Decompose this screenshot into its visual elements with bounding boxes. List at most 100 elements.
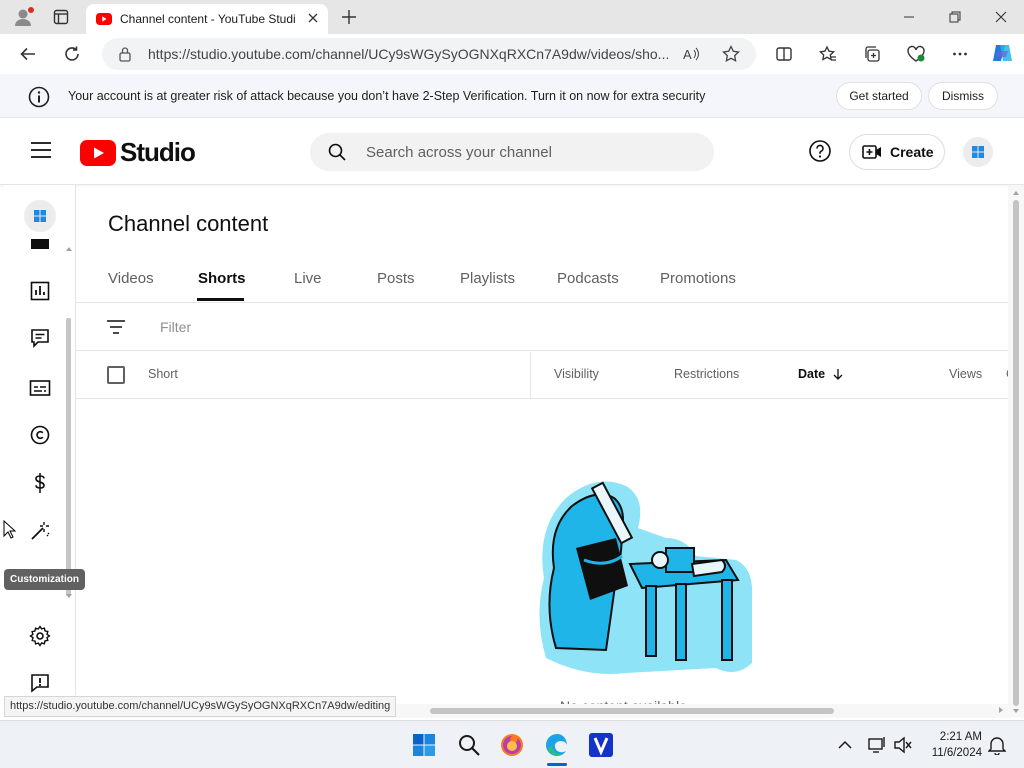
close-tab-icon[interactable] [306, 11, 320, 25]
filter-input[interactable]: Filter [160, 319, 191, 335]
windows-channel-icon [34, 210, 46, 222]
address-url[interactable]: https://studio.youtube.com/channel/UCy9s… [148, 46, 668, 62]
menu-icon[interactable] [30, 141, 52, 159]
show-hidden-icons-icon[interactable] [831, 731, 859, 759]
close-window-icon[interactable] [978, 0, 1024, 34]
customization-tooltip: Customization [4, 569, 85, 590]
page-title: Channel content [108, 211, 269, 236]
search-input[interactable]: Search across your channel [310, 133, 714, 171]
v-app-icon[interactable] [587, 731, 615, 759]
tab-playlists[interactable]: Playlists [460, 270, 515, 287]
taskbar-search-icon[interactable] [455, 731, 483, 759]
youtube-studio-favicon-icon [96, 12, 112, 26]
youtube-studio-logo[interactable]: Studio [80, 137, 196, 168]
sort-down-arrow-icon [833, 369, 843, 380]
search-placeholder: Search across your channel [366, 144, 552, 161]
windows-avatar-icon [972, 146, 984, 158]
vertical-scrollbar-thumb[interactable] [1013, 200, 1019, 706]
column-views[interactable]: Views [949, 367, 982, 381]
clock-time: 2:21 AM [939, 731, 982, 743]
subtitles-icon[interactable] [28, 376, 52, 400]
tab-posts[interactable]: Posts [377, 270, 415, 287]
create-video-icon [862, 145, 881, 159]
collections-icon[interactable] [858, 40, 886, 68]
read-aloud-icon[interactable]: A [682, 45, 700, 63]
split-screen-icon[interactable] [770, 40, 798, 68]
windows-taskbar: 2:21 AM 11/6/2024 [0, 720, 1024, 768]
security-banner: Your account is at greater risk of attac… [0, 74, 1024, 118]
filter-bar[interactable]: Filter [76, 303, 1008, 351]
rail-scrollbar[interactable] [66, 318, 71, 596]
profile-icon[interactable] [10, 5, 36, 29]
status-bar-link-preview: https://studio.youtube.com/channel/UCy9s… [4, 696, 397, 717]
column-date-label: Date [798, 367, 826, 381]
content-icon[interactable] [28, 237, 52, 251]
get-started-button[interactable]: Get started [836, 82, 922, 110]
network-icon[interactable] [864, 731, 892, 759]
system-clock[interactable]: 2:21 AM 11/6/2024 [918, 729, 982, 761]
copyright-icon[interactable] [28, 423, 52, 447]
column-visibility[interactable]: Visibility [554, 367, 599, 381]
search-icon[interactable] [328, 143, 346, 161]
create-button[interactable]: Create [849, 134, 945, 170]
tab-live[interactable]: Live [294, 270, 322, 287]
svg-text:A: A [683, 47, 692, 62]
restore-icon[interactable] [932, 0, 978, 34]
table-header-row: Short Visibility Restrictions Date Views… [76, 352, 1015, 399]
banner-message: Your account is at greater risk of attac… [68, 89, 706, 103]
create-label: Create [890, 144, 934, 160]
lock-icon[interactable] [118, 46, 132, 62]
feedback-icon[interactable] [28, 671, 52, 695]
edge-icon[interactable] [543, 731, 571, 766]
volume-muted-icon[interactable] [889, 731, 917, 759]
customization-icon[interactable] [28, 519, 52, 543]
comments-icon[interactable] [28, 326, 52, 350]
scroll-down-icon[interactable] [1013, 708, 1019, 714]
refresh-icon[interactable] [58, 40, 86, 68]
tab-actions-icon[interactable] [48, 5, 74, 29]
favorite-star-icon[interactable] [722, 45, 740, 63]
channel-avatar[interactable] [24, 200, 56, 232]
favorites-icon[interactable] [814, 40, 842, 68]
minimize-icon[interactable] [886, 0, 932, 34]
youtube-logo-icon [80, 139, 116, 166]
empty-state-illustration [526, 468, 762, 680]
column-date[interactable]: Date [798, 367, 843, 381]
studio-header: Studio Search across your channel Create [0, 119, 1024, 185]
browser-tab-bar: Channel content - YouTube Studio [0, 0, 1024, 34]
analytics-icon[interactable] [28, 279, 52, 303]
select-all-checkbox[interactable] [107, 366, 125, 384]
rail-scroll-up-icon[interactable] [66, 246, 72, 252]
scroll-right-icon[interactable] [998, 707, 1004, 713]
clock-date: 11/6/2024 [931, 747, 982, 759]
browser-tab-title: Channel content - YouTube Studio [120, 12, 295, 26]
tab-promotions[interactable]: Promotions [660, 270, 736, 287]
filter-icon[interactable] [106, 319, 126, 335]
scroll-up-icon[interactable] [1013, 190, 1019, 196]
column-restrictions[interactable]: Restrictions [674, 367, 739, 381]
mouse-cursor-icon [3, 520, 17, 540]
tab-videos[interactable]: Videos [108, 270, 154, 287]
earn-icon[interactable] [28, 471, 52, 495]
browser-essentials-icon[interactable] [902, 40, 930, 68]
horizontal-scrollbar-thumb[interactable] [430, 708, 834, 714]
notifications-bell-icon[interactable] [983, 731, 1011, 759]
active-tab-indicator [197, 298, 244, 301]
tab-podcasts[interactable]: Podcasts [557, 270, 619, 287]
browser-tab-active[interactable]: Channel content - YouTube Studio [86, 4, 328, 34]
firefox-icon[interactable] [498, 731, 526, 759]
account-avatar[interactable] [963, 137, 993, 167]
help-icon[interactable] [808, 139, 832, 163]
more-options-icon[interactable] [946, 40, 974, 68]
column-short[interactable]: Short [148, 367, 178, 381]
back-icon[interactable] [14, 40, 42, 68]
copilot-icon[interactable] [988, 39, 1016, 67]
address-bar[interactable]: https://studio.youtube.com/channel/UCy9s… [102, 38, 756, 70]
new-tab-icon[interactable] [336, 5, 362, 29]
dismiss-button[interactable]: Dismiss [928, 82, 998, 110]
windows-start-icon[interactable] [410, 731, 438, 759]
rail-scroll-down-icon[interactable] [66, 593, 72, 599]
column-separator [530, 352, 531, 398]
settings-icon[interactable] [28, 624, 52, 648]
tab-shorts[interactable]: Shorts [198, 270, 246, 287]
